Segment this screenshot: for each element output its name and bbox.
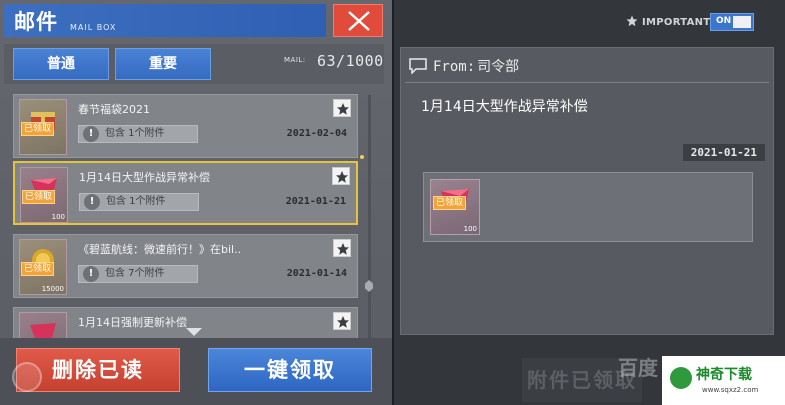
mail-item[interactable]: 已领取 春节福袋2021 ! 包含 1个附件 2021-02-04: [13, 94, 358, 158]
star-icon: [337, 243, 349, 255]
mail-body: 1月14日大型作战异常补偿: [421, 99, 588, 115]
mail-counter: MAIL: 63/1000: [284, 52, 383, 70]
close-icon: [348, 11, 370, 31]
mail-title: 1月14日大型作战异常补偿: [79, 171, 210, 184]
from-label: From:: [433, 59, 476, 75]
from-value: 司令部: [477, 59, 520, 75]
attachment-info: ! 包含 7个附件: [78, 265, 198, 283]
close-button[interactable]: [333, 4, 383, 37]
claimed-tag: 已领取: [21, 122, 55, 136]
star-icon: [626, 15, 638, 27]
baidu-watermark: 百度: [618, 356, 658, 380]
attachment-thumb: 已领取 15000: [19, 239, 67, 295]
exclamation-icon: !: [83, 126, 99, 142]
mail-screen: 邮件 MAIL BOX 普通 重要 MAIL: 63/1000 已领取 春节福袋…: [0, 0, 785, 405]
claimed-tag: 已领取: [21, 262, 55, 276]
mail-detail-panel: IMPORTANT ON From: 司令部 1月14日大型作战异常补偿 2021…: [392, 0, 785, 405]
mail-detail-date: 2021-01-21: [682, 144, 765, 161]
star-button[interactable]: [333, 239, 351, 257]
attachment-info: ! 包含 1个附件: [78, 125, 198, 143]
mail-sender: From: 司令部: [409, 56, 519, 76]
exclamation-icon: !: [84, 194, 100, 210]
mail-list: 已领取 春节福袋2021 ! 包含 1个附件 2021-02-04 已领取 10…: [10, 88, 375, 338]
attachment-count: 包含 1个附件: [105, 128, 165, 139]
attachment-count: 包含 7个附件: [105, 268, 165, 279]
mail-counter-label: MAIL:: [284, 56, 306, 64]
mail-item[interactable]: 已领取 15000 《碧蓝航线：微速前行！》在bil.. ! 包含 7个附件 2…: [13, 234, 358, 298]
mailbox-title: 邮件: [14, 10, 58, 34]
attachment-info: ! 包含 1个附件: [79, 193, 199, 211]
attachment-count: 包含 1个附件: [106, 196, 166, 207]
mail-list-panel: 邮件 MAIL BOX 普通 重要 MAIL: 63/1000 已领取 春节福袋…: [0, 0, 392, 405]
site-watermark: 神奇下载 www.sqxz2.com: [662, 356, 785, 405]
tab-bar: 普通 重要 MAIL: 63/1000: [4, 44, 384, 84]
more-indicator-arrow: [186, 328, 202, 336]
site-url: www.sqxz2.com: [702, 386, 759, 394]
item-quantity: 100: [51, 213, 65, 221]
star-icon: [337, 103, 349, 115]
watermark-logo: [12, 362, 42, 392]
attachment-item[interactable]: 已领取 100: [430, 179, 480, 235]
mail-title: 春节福袋2021: [78, 103, 150, 116]
attachment-thumb: 已领取 100: [20, 167, 68, 223]
scrollbar-track[interactable]: [368, 95, 371, 350]
divider: [405, 82, 769, 83]
mail-date: 2021-01-14: [286, 268, 347, 279]
site-name: 神奇下载: [696, 367, 752, 383]
important-filter-label: IMPORTANT: [626, 15, 710, 28]
toggle-state: ON: [716, 16, 732, 26]
panel-divider: [392, 0, 394, 405]
chat-bubble-icon: [409, 58, 427, 74]
attachment-thumb: 已领取: [19, 99, 67, 155]
star-icon: [337, 316, 349, 328]
important-toggle[interactable]: ON: [710, 13, 754, 31]
mail-date: 2021-02-04: [286, 128, 347, 139]
gem-icon: [30, 323, 56, 338]
tab-normal[interactable]: 普通: [13, 48, 109, 80]
claimed-tag: 已领取: [433, 196, 467, 210]
mail-title: 《碧蓝航线：微速前行！》在bil..: [78, 243, 242, 256]
tab-important[interactable]: 重要: [115, 48, 211, 80]
star-button[interactable]: [333, 99, 351, 117]
mail-detail: From: 司令部 1月14日大型作战异常补偿 2021-01-21 已领取 10…: [400, 47, 774, 335]
mail-title: 1月14日强制更新补偿: [78, 316, 187, 329]
mail-item-selected[interactable]: 已领取 100 1月14日大型作战异常补偿 ! 包含 1个附件 2021-01-…: [13, 161, 358, 225]
site-logo-icon: [670, 367, 692, 389]
mail-counter-value: 63/1000: [317, 52, 384, 70]
attachment-thumb: [19, 312, 67, 338]
important-label-text: IMPORTANT: [642, 17, 711, 28]
star-icon: [336, 171, 348, 183]
mailbox-subtitle: MAIL BOX: [70, 23, 117, 32]
mailbox-header: 邮件 MAIL BOX: [4, 4, 326, 37]
item-quantity: 15000: [41, 285, 64, 293]
claim-all-button[interactable]: 一键领取: [208, 348, 372, 392]
star-button[interactable]: [332, 167, 350, 185]
toggle-knob: [733, 16, 751, 28]
new-indicator-dot: [360, 155, 364, 159]
star-button[interactable]: [333, 312, 351, 330]
attachment-box: 已领取 100: [423, 172, 753, 242]
mail-date: 2021-01-21: [285, 196, 346, 207]
exclamation-icon: !: [83, 266, 99, 282]
claimed-tag: 已领取: [22, 190, 56, 204]
item-quantity: 100: [463, 225, 477, 233]
